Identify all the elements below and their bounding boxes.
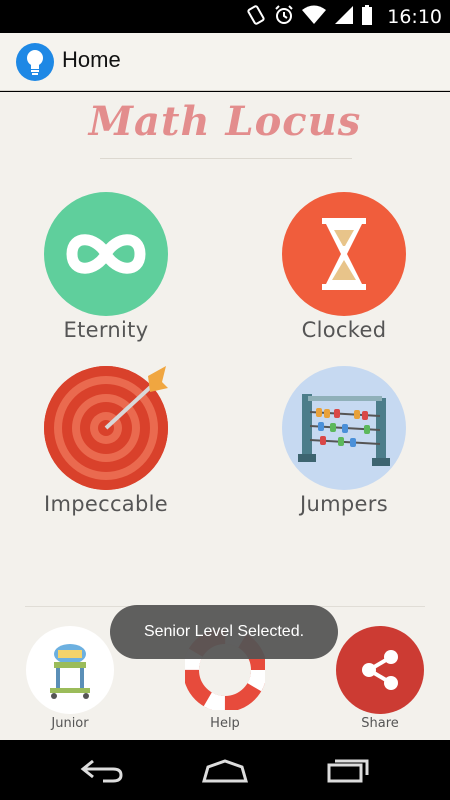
lightbulb-icon[interactable] [16,43,54,81]
brand-divider [100,158,352,159]
back-icon[interactable] [72,750,132,790]
mode-label: Clocked [301,318,387,342]
mode-label: Impeccable [44,492,168,516]
help-label: Help [210,716,240,731]
wifi-icon [301,4,327,30]
status-bar: 16:10 [0,0,450,33]
target-icon [44,366,168,490]
rotate-icon [245,4,267,30]
app-bar: Home [0,33,450,91]
nav-bar [0,740,450,800]
battery-icon [361,4,373,30]
share-label: Share [361,716,399,731]
brand-title: Math Locus [88,98,362,145]
mode-label: Eternity [63,318,149,342]
share-button[interactable]: Share [330,626,430,731]
abacus-icon [282,366,406,490]
signal-icon [333,4,355,30]
baby-walker-icon [26,626,114,714]
mode-label: Jumpers [300,492,388,516]
mode-clocked[interactable]: Clocked [264,192,424,342]
mode-jumpers[interactable]: Jumpers [264,366,424,516]
alarm-icon [273,4,295,30]
mode-eternity[interactable]: Eternity [26,192,186,342]
main-content: Math Locus Eternity Clocked Impeccable J… [0,92,450,740]
share-icon [336,626,424,714]
mode-impeccable[interactable]: Impeccable [26,366,186,516]
home-icon[interactable] [195,750,255,790]
hourglass-icon [282,192,406,316]
infinity-icon [44,192,168,316]
recents-icon[interactable] [318,750,378,790]
junior-label: Junior [51,716,89,731]
junior-button[interactable]: Junior [20,626,120,731]
status-time: 16:10 [387,5,442,28]
toast-message: Senior Level Selected. [110,605,338,659]
page-title: Home [62,47,121,72]
